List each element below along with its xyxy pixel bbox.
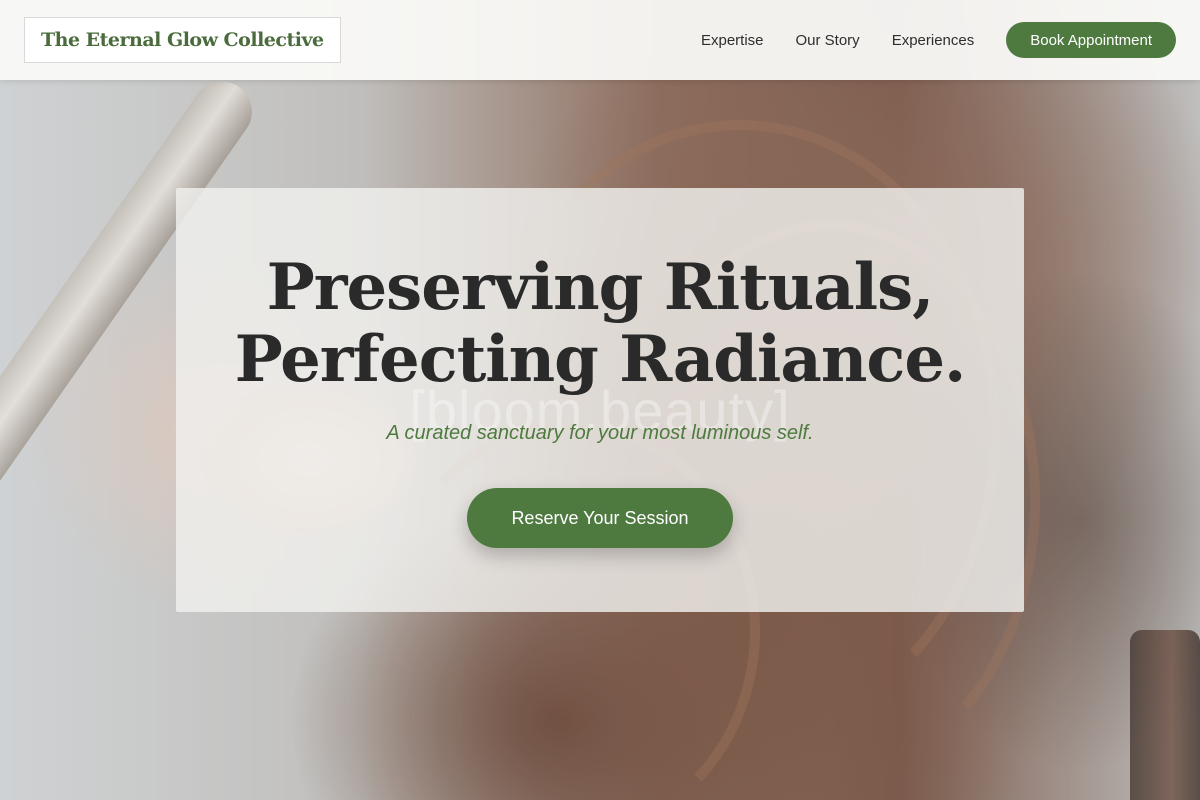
hero-tagline: A curated sanctuary for your most lumino… — [386, 422, 814, 444]
site-header: The Eternal Glow Collective Expertise Ou… — [0, 0, 1200, 80]
main-nav: Expertise Our Story Experiences Book App… — [701, 22, 1176, 58]
nav-link-experiences[interactable]: Experiences — [892, 32, 975, 49]
nav-link-expertise[interactable]: Expertise — [701, 32, 764, 49]
hero-headline: Preserving Rituals, Perfecting Radiance. — [176, 252, 1024, 396]
hero-panel: Preserving Rituals, Perfecting Radiance.… — [176, 188, 1024, 612]
reserve-session-button[interactable]: Reserve Your Session — [467, 488, 733, 548]
nav-link-our-story[interactable]: Our Story — [796, 32, 860, 49]
brand-logo[interactable]: The Eternal Glow Collective — [24, 17, 341, 63]
hero-headline-line-1: Preserving Rituals, — [266, 250, 935, 325]
book-appointment-button[interactable]: Book Appointment — [1006, 22, 1176, 58]
